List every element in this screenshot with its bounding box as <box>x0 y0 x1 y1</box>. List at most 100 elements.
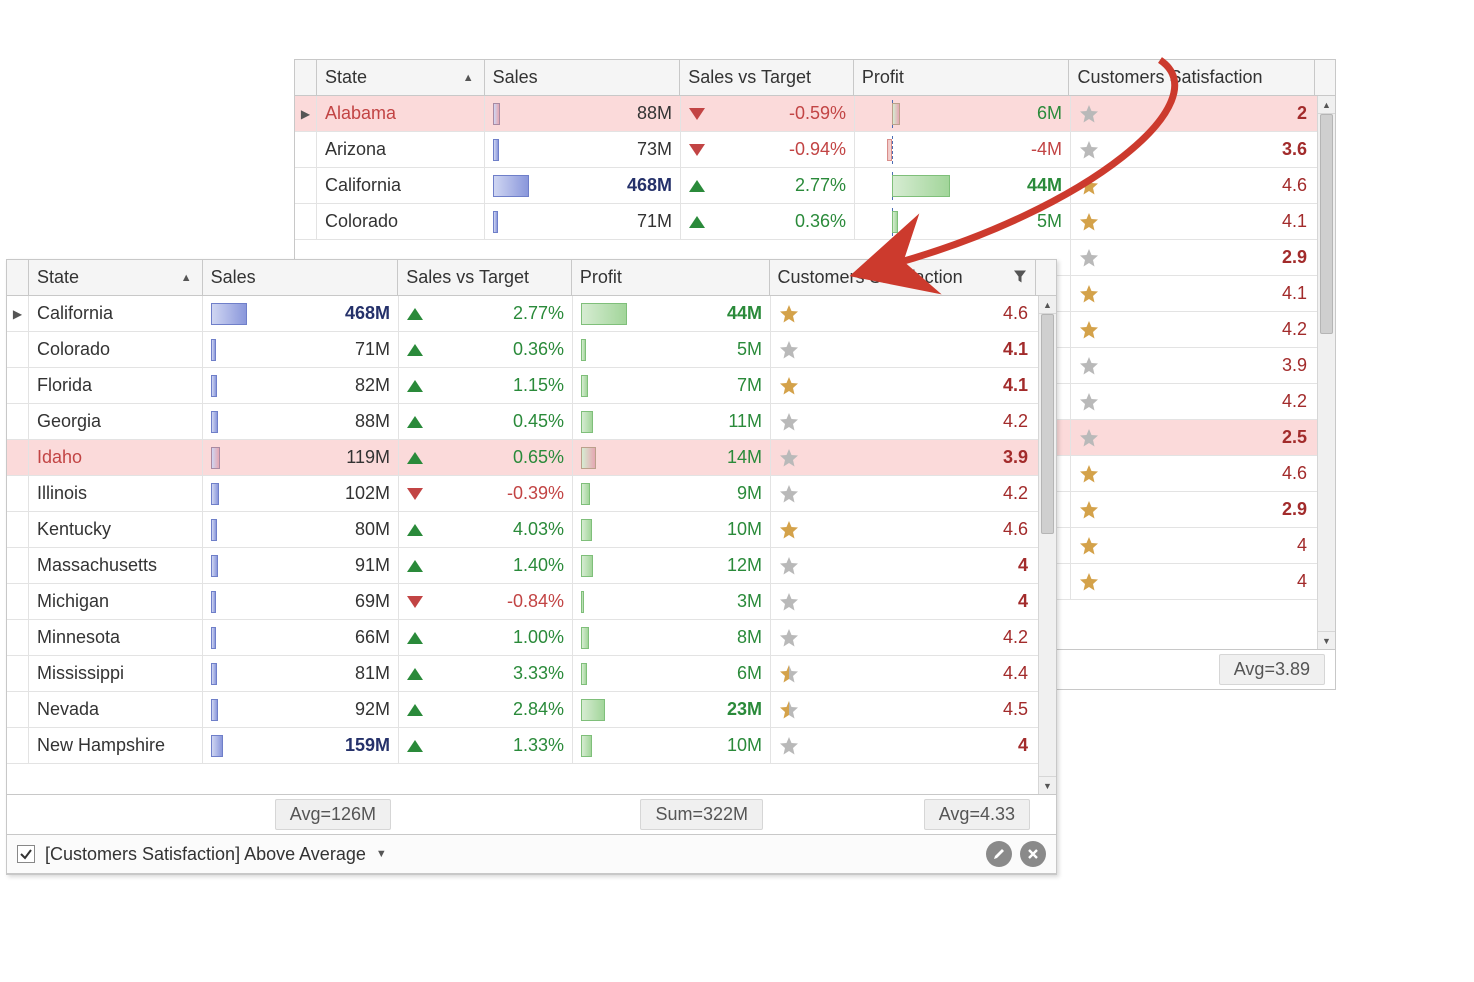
profit-value: 6M <box>737 663 762 684</box>
sales-cell: 73M <box>485 132 681 167</box>
star-icon <box>779 592 799 612</box>
col-header-svt[interactable]: Sales vs Target <box>398 260 572 295</box>
scroll-thumb[interactable] <box>1320 114 1333 334</box>
sat-value: 4 <box>1018 591 1028 612</box>
svt-value: 1.33% <box>513 735 564 756</box>
sat-value: 2.5 <box>1282 427 1307 448</box>
table-row[interactable]: Mississippi 81M 3.33% 6M 4.4 <box>7 656 1056 692</box>
sat-cell: 4.6 <box>771 512 1036 547</box>
filter-label[interactable]: [Customers Satisfaction] Above Average <box>45 844 366 865</box>
profit-value: 3M <box>737 591 762 612</box>
sales-value: 81M <box>355 663 390 684</box>
table-row[interactable]: ▶ Alabama 88M -0.59% 6M 2 <box>295 96 1335 132</box>
sat-cell: 4.1 <box>1071 204 1315 239</box>
col-header-svt-label: Sales vs Target <box>406 267 529 288</box>
table-row[interactable]: Michigan 69M -0.84% 3M 4 <box>7 584 1056 620</box>
col-header-svt[interactable]: Sales vs Target <box>680 60 854 95</box>
scroll-up-button[interactable]: ▲ <box>1039 296 1056 314</box>
trend-up-icon <box>407 560 423 572</box>
sat-cell: 4 <box>771 728 1036 763</box>
state-cell: Minnesota <box>29 620 203 655</box>
table-row[interactable]: Massachusetts 91M 1.40% 12M 4 <box>7 548 1056 584</box>
col-header-sat[interactable]: Customers Satisfaction <box>1069 60 1315 95</box>
profit-value: 6M <box>1037 103 1062 124</box>
sales-value: 468M <box>627 175 672 196</box>
sat-value: 4.6 <box>1003 519 1028 540</box>
scroll-up-button[interactable]: ▲ <box>1318 96 1335 114</box>
table-row[interactable]: Nevada 92M 2.84% 23M 4.5 <box>7 692 1056 728</box>
table-row[interactable]: New Hampshire 159M 1.33% 10M 4 <box>7 728 1056 764</box>
table-row[interactable]: California 468M 2.77% 44M 4.6 <box>295 168 1335 204</box>
table-row[interactable]: Colorado 71M 0.36% 5M 4.1 <box>7 332 1056 368</box>
row-indicator: ▶ <box>295 96 317 131</box>
row-selector-header[interactable] <box>295 60 317 95</box>
row-selector-header[interactable] <box>7 260 29 295</box>
sat-value: 4.4 <box>1003 663 1028 684</box>
table-row[interactable]: Illinois 102M -0.39% 9M 4.2 <box>7 476 1056 512</box>
filter-icon[interactable] <box>1013 267 1027 288</box>
scroll-down-button[interactable]: ▼ <box>1318 631 1335 649</box>
svt-cell: 0.36% <box>681 204 855 239</box>
sales-value: 71M <box>637 211 672 232</box>
col-header-sales[interactable]: Sales <box>203 260 399 295</box>
table-row[interactable]: Florida 82M 1.15% 7M 4.1 <box>7 368 1056 404</box>
trend-down-icon <box>689 144 705 156</box>
sales-value: 468M <box>345 303 390 324</box>
profit-value: 23M <box>727 699 762 720</box>
filter-checkbox[interactable] <box>17 845 35 863</box>
table-row[interactable]: Idaho 119M 0.65% 14M 3.9 <box>7 440 1056 476</box>
col-header-sat-label: Customers Satisfaction <box>1077 67 1262 88</box>
filter-dropdown-icon[interactable]: ▼ <box>376 848 387 860</box>
sales-value: 88M <box>637 103 672 124</box>
sales-value: 73M <box>637 139 672 160</box>
col-header-state[interactable]: State ▲ <box>317 60 485 95</box>
summary-sales: Avg=126M <box>275 799 391 830</box>
table-row[interactable]: Colorado 71M 0.36% 5M 4.1 <box>295 204 1335 240</box>
svt-cell: 0.36% <box>399 332 573 367</box>
svt-cell: 1.00% <box>399 620 573 655</box>
table-row[interactable]: Kentucky 80M 4.03% 10M 4.6 <box>7 512 1056 548</box>
sat-value: 4 <box>1297 571 1307 592</box>
star-icon <box>1079 212 1099 232</box>
back-grid-header: State ▲ Sales Sales vs Target Profit Cus… <box>295 60 1335 96</box>
summary-profit-value: Sum=322M <box>655 804 748 824</box>
profit-cell: 5M <box>573 332 771 367</box>
svt-cell: -0.84% <box>399 584 573 619</box>
table-row[interactable]: ▶ California 468M 2.77% 44M 4.6 <box>7 296 1056 332</box>
back-grid-scrollbar[interactable]: ▲ ▼ <box>1317 96 1335 649</box>
trend-up-icon <box>689 216 705 228</box>
col-header-profit[interactable]: Profit <box>572 260 770 295</box>
scrollbar-header-gap <box>1036 260 1056 295</box>
table-row[interactable]: Arizona 73M -0.94% -4M 3.6 <box>295 132 1335 168</box>
col-header-profit[interactable]: Profit <box>854 60 1070 95</box>
filter-edit-button[interactable] <box>986 841 1012 867</box>
scroll-thumb[interactable] <box>1041 314 1054 534</box>
table-row[interactable]: Georgia 88M 0.45% 11M 4.2 <box>7 404 1056 440</box>
star-icon <box>779 556 799 576</box>
svt-cell: 2.77% <box>399 296 573 331</box>
col-header-profit-label: Profit <box>580 267 622 288</box>
trend-up-icon <box>689 180 705 192</box>
front-grid-scrollbar[interactable]: ▲ ▼ <box>1038 296 1056 794</box>
sales-value: 66M <box>355 627 390 648</box>
filter-clear-button[interactable] <box>1020 841 1046 867</box>
state-cell: New Hampshire <box>29 728 203 763</box>
row-indicator <box>7 512 29 547</box>
profit-cell: 11M <box>573 404 771 439</box>
col-header-sales[interactable]: Sales <box>485 60 681 95</box>
svt-value: -0.84% <box>507 591 564 612</box>
profit-cell: 10M <box>573 512 771 547</box>
table-row[interactable]: Minnesota 66M 1.00% 8M 4.2 <box>7 620 1056 656</box>
sat-cell: 2.9 <box>1071 492 1315 527</box>
svt-cell: 2.84% <box>399 692 573 727</box>
svt-cell: -0.59% <box>681 96 855 131</box>
front-grid-header: State ▲ Sales Sales vs Target Profit Cus… <box>7 260 1056 296</box>
col-header-state[interactable]: State ▲ <box>29 260 203 295</box>
scroll-down-button[interactable]: ▼ <box>1039 776 1056 794</box>
col-header-sat[interactable]: Customers Satisfaction <box>770 260 1036 295</box>
star-icon <box>779 304 799 324</box>
trend-down-icon <box>689 108 705 120</box>
state-cell: Alabama <box>317 96 485 131</box>
trend-up-icon <box>407 380 423 392</box>
summary-sales-value: Avg=126M <box>290 804 376 824</box>
